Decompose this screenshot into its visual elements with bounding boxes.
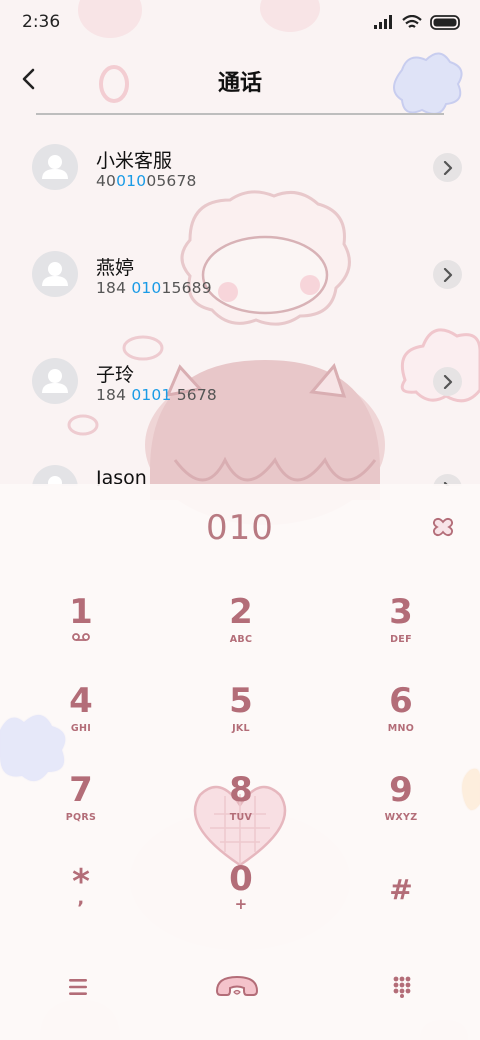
contact-name: 小米客服	[96, 150, 173, 172]
voicemail-icon	[72, 633, 90, 641]
contact-row[interactable]: 小米客服 4001005678	[0, 134, 480, 230]
back-button[interactable]	[14, 64, 44, 94]
header-divider	[36, 113, 444, 115]
status-time: 2:36	[22, 12, 61, 32]
chevron-right-icon	[443, 374, 452, 389]
status-bar: 2:36	[0, 0, 480, 44]
contact-name: 燕婷	[96, 257, 135, 279]
battery-icon	[430, 14, 460, 30]
contact-detail-button[interactable]	[433, 153, 462, 182]
person-icon	[42, 155, 68, 179]
clear-icon[interactable]	[430, 514, 456, 540]
contact-detail-button[interactable]	[433, 367, 462, 396]
avatar	[32, 358, 78, 404]
phone-call-icon[interactable]	[214, 972, 260, 1000]
dial-display: 010	[0, 486, 480, 570]
chevron-right-icon	[443, 267, 452, 282]
key-star[interactable]: * ,	[26, 862, 136, 944]
key-4[interactable]: 4 GHI	[26, 681, 136, 763]
contact-row[interactable]: 子玲 184 0101 5678	[0, 348, 480, 444]
contact-detail-button[interactable]	[433, 260, 462, 289]
bottom-bar	[0, 962, 480, 1012]
contact-row[interactable]: 燕婷 184 01015689	[0, 241, 480, 337]
key-3[interactable]: 3 DEF	[346, 592, 456, 674]
contact-list: 小米客服 4001005678 燕婷 184 01015689 子玲 184 0…	[0, 120, 480, 486]
key-2[interactable]: 2 ABC	[186, 592, 296, 674]
avatar	[32, 465, 78, 486]
avatar	[32, 144, 78, 190]
person-icon	[42, 262, 68, 286]
contact-name: 子玲	[96, 364, 135, 386]
wifi-icon	[402, 14, 422, 28]
person-icon	[42, 369, 68, 393]
contact-number: 184 01015689	[96, 279, 212, 297]
key-1[interactable]: 1	[26, 592, 136, 674]
person-icon	[48, 476, 62, 486]
key-hash[interactable]: #	[346, 870, 456, 952]
page-title: 通话	[217, 71, 262, 96]
key-0[interactable]: 0 +	[186, 859, 296, 941]
header: 通话	[0, 56, 480, 106]
key-5[interactable]: 5 JKL	[186, 681, 296, 763]
contact-number: 4001005678	[96, 172, 197, 190]
contact-row[interactable]: Jason	[0, 455, 480, 486]
key-9[interactable]: 9 WXYZ	[346, 770, 456, 852]
avatar	[32, 251, 78, 297]
menu-icon[interactable]	[68, 978, 88, 996]
chevron-left-icon	[22, 68, 35, 90]
key-8[interactable]: 8 TUV	[186, 770, 296, 852]
signal-icon	[374, 15, 392, 29]
contact-number: 184 0101 5678	[96, 386, 217, 404]
chevron-right-icon	[443, 160, 452, 175]
key-6[interactable]: 6 MNO	[346, 681, 456, 763]
dialed-number: 010	[206, 508, 274, 548]
keypad-icon[interactable]	[393, 976, 411, 998]
status-icons	[374, 14, 462, 30]
key-7[interactable]: 7 PQRS	[26, 770, 136, 852]
